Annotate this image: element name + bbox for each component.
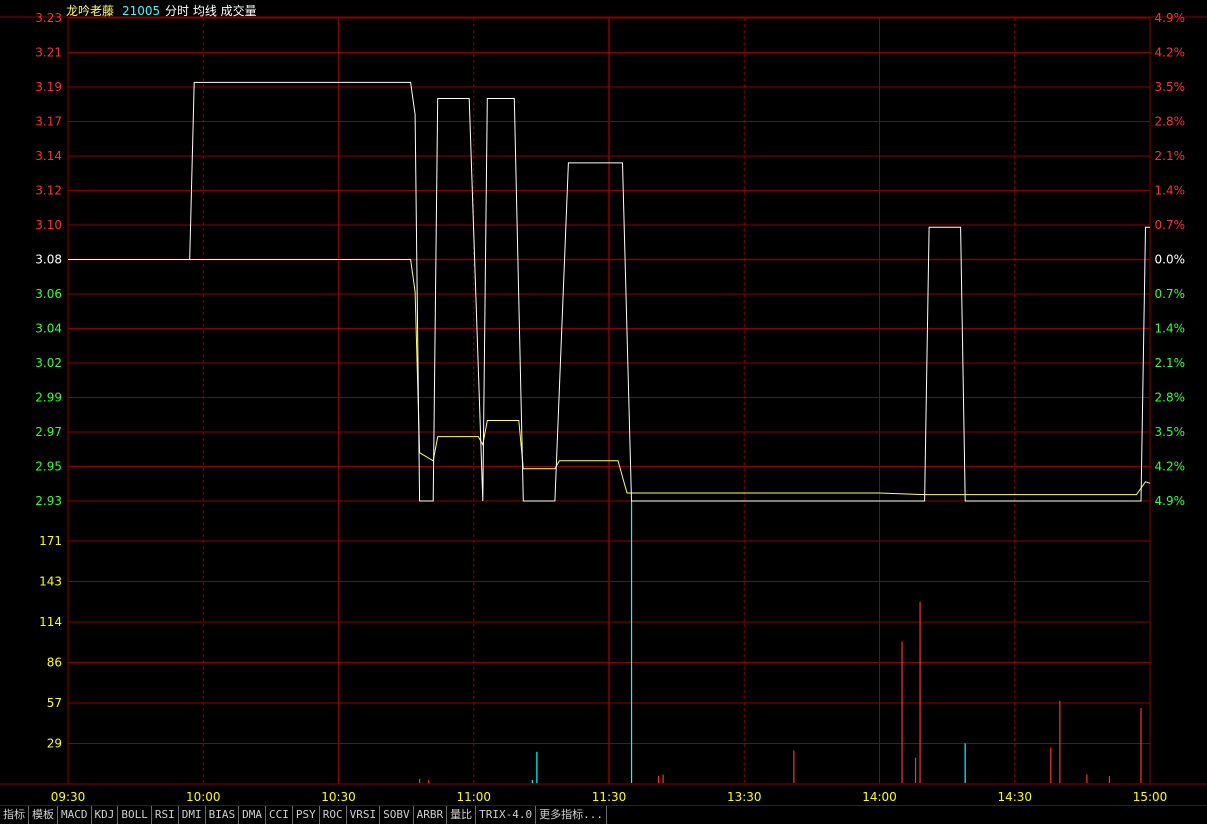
price-tick-label: 3.02 — [35, 356, 62, 370]
price-tick-label: 2.95 — [35, 460, 62, 474]
indicator-legend: 分时 均线 成交量 — [165, 3, 257, 18]
price-tick-label: 3.19 — [35, 80, 62, 94]
pct-tick-label: 3.5% — [1155, 425, 1186, 439]
pct-tick-label: 1.4% — [1155, 184, 1186, 198]
pct-tick-label: 3.5% — [1155, 80, 1186, 94]
volume-tick-label: 171 — [39, 534, 62, 548]
pct-tick-label: 2.1% — [1155, 149, 1186, 163]
volume-tick-label: 86 — [47, 656, 62, 670]
time-tick-label: 11:00 — [456, 790, 491, 804]
volume-tick-label: 57 — [47, 696, 62, 710]
indicator-tab[interactable]: 模板 — [29, 806, 58, 824]
price-tick-label: 3.10 — [35, 218, 62, 232]
price-tick-label: 3.04 — [35, 322, 62, 336]
stock-name: 龙吟老藤 — [66, 3, 114, 18]
stock-code: 21005 — [122, 4, 160, 18]
time-tick-label: 15:00 — [1133, 790, 1168, 804]
time-tick-label: 14:00 — [862, 790, 897, 804]
price-tick-label: 3.21 — [35, 46, 62, 60]
pct-tick-label: 0.7% — [1155, 218, 1186, 232]
price-tick-label: 3.17 — [35, 115, 62, 129]
intraday-chart: 3.23 4.9% 3.21 4.2% 3.19 3.5% 3.17 2.8% 3.14 2.1%… — [0, 0, 1207, 823]
pct-tick-label: 4.9% — [1155, 11, 1186, 25]
pct-tick-label: 2.1% — [1155, 356, 1186, 370]
time-tick-label: 13:30 — [727, 790, 762, 804]
price-tick-label: 2.97 — [35, 425, 62, 439]
pct-tick-label: 1.4% — [1155, 322, 1186, 336]
pct-tick-label: 0.7% — [1155, 287, 1186, 301]
time-tick-label: 14:30 — [997, 790, 1032, 804]
pct-tick-label: 4.9% — [1155, 494, 1186, 508]
indicator-tab[interactable]: 量比 — [447, 806, 477, 824]
indicator-tab[interactable]: MACD — [58, 806, 92, 824]
indicator-tab[interactable]: DMI — [179, 806, 206, 824]
pct-tick-label: 2.8% — [1155, 115, 1186, 129]
indicator-tab[interactable]: ROC — [320, 806, 347, 824]
time-tick-label: 10:00 — [186, 790, 221, 804]
indicator-tab[interactable]: KDJ — [92, 806, 119, 824]
indicator-tab-bar: 指标 模板 MACD KDJ BOLL RSI DMI BIAS DMA CCI PSY ROC VRS… — [0, 805, 1207, 824]
price-tick-label: 3.23 — [35, 11, 62, 25]
time-tick-label: 09:30 — [51, 790, 86, 804]
indicator-tab[interactable]: VRSI — [347, 806, 381, 824]
pct-tick-label: 4.2% — [1155, 46, 1186, 60]
indicator-tab[interactable]: PSY — [293, 806, 320, 824]
indicator-tab[interactable]: CCI — [266, 806, 293, 824]
price-tick-label: 3.12 — [35, 184, 62, 198]
time-tick-label: 11:30 — [592, 790, 627, 804]
pct-tick-label: 0.0% — [1155, 253, 1186, 267]
pct-tick-label: 4.2% — [1155, 460, 1186, 474]
time-tick-label: 10:30 — [321, 790, 356, 804]
indicator-tab[interactable]: 指标 — [0, 806, 29, 824]
price-tick-label: 3.08 — [35, 253, 62, 267]
volume-tick-label: 114 — [39, 615, 62, 629]
indicator-tab[interactable]: 更多指标... — [536, 806, 607, 824]
price-tick-label: 2.99 — [35, 391, 62, 405]
price-tick-label: 2.93 — [35, 494, 62, 508]
indicator-tab[interactable]: BOLL — [118, 806, 152, 824]
volume-tick-label: 143 — [39, 575, 62, 589]
indicator-tab[interactable]: RSI — [152, 806, 179, 824]
price-tick-label: 3.14 — [35, 149, 62, 163]
indicator-tab[interactable]: TRIX-4.0 — [476, 806, 537, 824]
indicator-tab[interactable]: DMA — [239, 806, 266, 824]
volume-tick-label: 29 — [47, 737, 62, 751]
indicator-tab[interactable]: SOBV — [380, 806, 414, 824]
pct-tick-label: 2.8% — [1155, 391, 1186, 405]
indicator-tab[interactable]: ARBR — [414, 806, 448, 824]
price-tick-label: 3.06 — [35, 287, 62, 301]
indicator-tab[interactable]: BIAS — [206, 806, 240, 824]
